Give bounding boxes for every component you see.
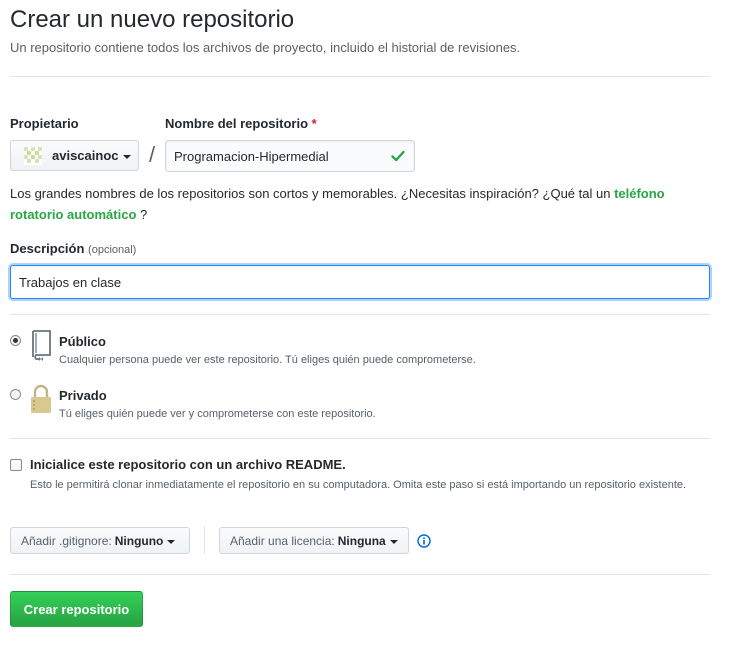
description-input[interactable] [10,265,710,299]
readme-label: Inicialice este repositorio con un archi… [30,457,346,472]
private-radio[interactable] [10,389,21,400]
repo-book-icon [32,330,51,361]
required-marker: * [311,116,317,131]
readme-checkbox[interactable] [10,459,22,471]
public-title: Público [59,334,106,349]
chevron-down-icon [122,154,131,159]
readme-note: Esto le permitirá clonar inmediatamente … [30,479,687,491]
identicon-avatar-icon [24,146,42,165]
create-repository-button[interactable]: Crear repositorio [10,591,143,627]
owner-name: aviscainoc [52,148,119,163]
divider [10,438,710,439]
divider [10,314,710,315]
check-icon [391,150,405,162]
owner-dropdown[interactable]: aviscainoc [10,140,139,171]
hint-text: Los grandes nombres de los repositorios … [10,186,615,201]
repo-name-hint: Los grandes nombres de los repositorios … [10,183,710,225]
license-value: Ninguna [337,533,386,548]
owner-label: Propietario [10,116,79,131]
lock-icon [31,384,51,413]
license-label: Añadir una licencia: [230,533,335,548]
private-note: Tú eliges quién puede ver y comprometers… [59,408,376,420]
repo-name-field [165,140,415,172]
page-subtitle: Un repositorio contiene todos los archiv… [10,40,521,55]
divider [10,76,710,77]
optional-note: (opcional) [88,244,137,256]
gitignore-label: Añadir .gitignore: [21,533,112,548]
owner-repo-separator: / [149,142,156,167]
chevron-down-icon [167,539,176,544]
repo-name-input[interactable] [166,141,386,171]
hint-text-end: ? [136,207,148,222]
gitignore-value: Ninguno [114,533,164,548]
repo-name-label: Nombre del repositorio * [165,116,317,131]
vertical-divider [204,526,205,554]
divider [10,574,710,575]
info-icon[interactable] [417,534,431,548]
repo-name-label-text: Nombre del repositorio [165,116,309,131]
gitignore-dropdown[interactable]: Añadir .gitignore: Ninguno [10,527,190,554]
description-label: Descripción (opcional) [10,241,136,256]
public-note: Cualquier persona puede ver este reposit… [59,354,476,366]
chevron-down-icon [389,539,398,544]
private-title: Privado [59,388,107,403]
page-title: Crear un nuevo repositorio [10,6,295,33]
public-radio[interactable] [10,335,21,346]
license-dropdown[interactable]: Añadir una licencia: Ninguna [219,527,409,554]
description-label-text: Descripción [10,241,85,256]
